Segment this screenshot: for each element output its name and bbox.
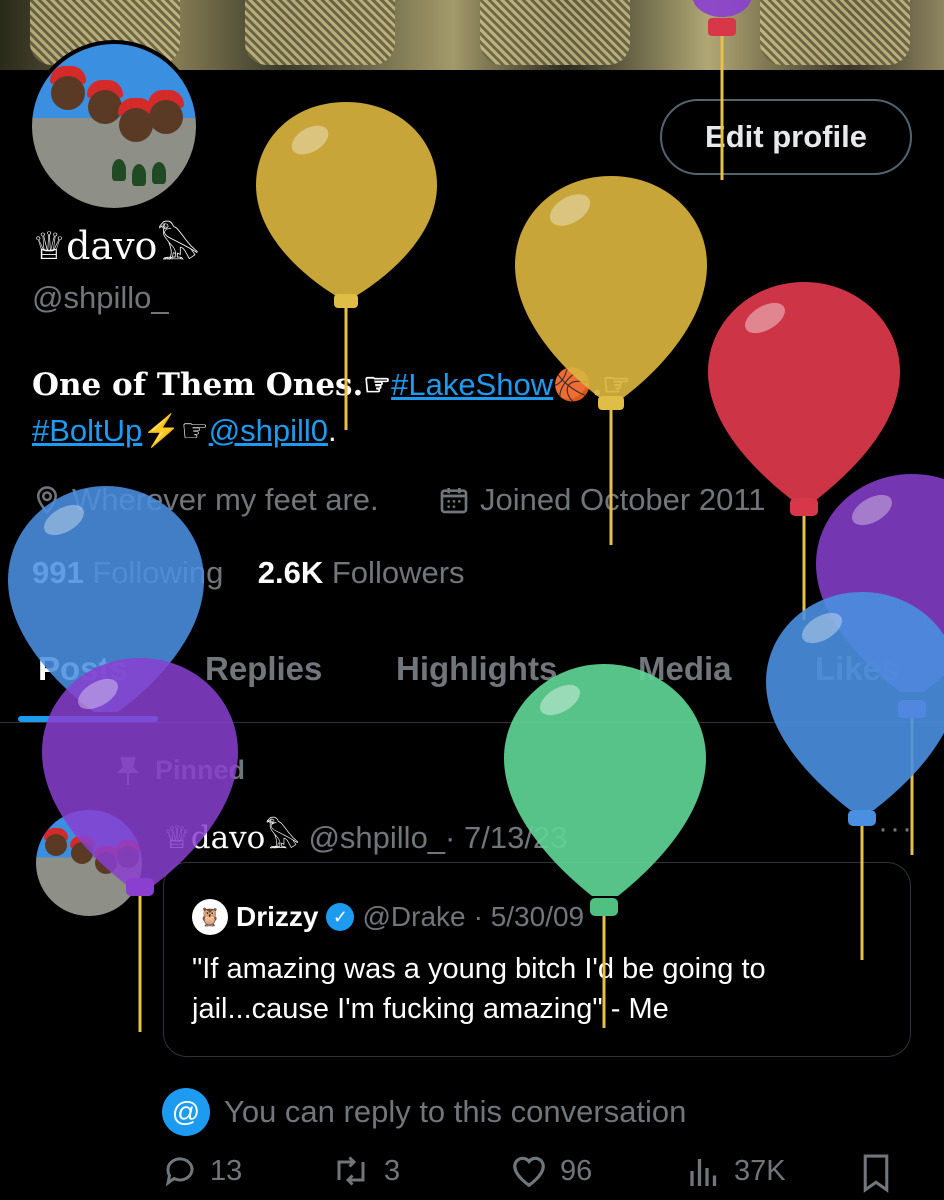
quoted-author-name: Drizzy <box>236 901 319 932</box>
pinned-label-row: Pinned <box>115 755 245 786</box>
following-link[interactable]: 991 Following <box>32 555 223 590</box>
follow-stats: 991 Following 2.6K Followers <box>32 555 465 591</box>
views-icon <box>690 1159 717 1186</box>
reply-count: 13 <box>210 1154 243 1187</box>
more-options-icon[interactable]: ··· <box>878 812 914 846</box>
location-text: Wherever my feet are. <box>72 482 379 517</box>
quoted-post-text: "If amazing was a young bitch I'd be goi… <box>192 953 766 1025</box>
tab-media[interactable]: Media <box>638 650 732 688</box>
like-count: 96 <box>560 1154 593 1187</box>
heart-icon <box>513 1156 545 1188</box>
like-button[interactable]: 96 <box>510 1153 592 1189</box>
active-tab-indicator <box>18 716 158 722</box>
bookmark-button[interactable] <box>860 1153 892 1193</box>
quoted-author-handle: @Drake <box>362 901 466 932</box>
post-author-handle[interactable]: @shpillo_ <box>308 820 445 855</box>
reply-button[interactable]: 13 <box>162 1153 242 1189</box>
joined-text: Joined October 2011 <box>480 482 766 517</box>
hashtag-boltup-link[interactable]: #BoltUp <box>32 413 142 448</box>
profile-handle: @shpillo_ <box>32 280 169 315</box>
views-count: 37K <box>734 1154 786 1187</box>
bio-text: 🏀.☞ <box>553 367 631 403</box>
following-label: Following <box>92 555 224 590</box>
profile-bio: One of Them Ones.☞#LakeShow🏀.☞ #BoltUp⚡☞… <box>32 362 902 454</box>
quoted-post-header: 🦉 Drizzy ✓ @Drake · 5/30/09 <box>192 899 584 935</box>
calendar-icon <box>440 488 468 514</box>
location-row: Wherever my feet are. <box>32 482 379 518</box>
hashtag-lakeshow-link[interactable]: #LakeShow <box>391 367 553 402</box>
post-header: ♕davo𓅃 @shpillo_· 7/13/23 <box>163 808 567 859</box>
repost-icon <box>337 1156 365 1186</box>
display-name: ♕davo𓅃 <box>32 224 200 268</box>
quoted-post-date: · 5/30/09 <box>473 901 585 932</box>
mention-link[interactable]: @shpill0 <box>209 413 328 448</box>
followers-label: Followers <box>331 555 465 590</box>
profile-avatar[interactable] <box>28 40 200 212</box>
tab-posts[interactable]: Posts <box>38 650 128 688</box>
edit-profile-button[interactable]: Edit profile <box>660 99 912 175</box>
reply-restriction-note: @ You can reply to this conversation <box>162 1088 686 1136</box>
bio-text: ⚡☞ <box>142 413 209 448</box>
profile-tabs: Posts Replies Highlights Media Likes <box>0 640 944 723</box>
bio-text: . <box>328 413 337 448</box>
repost-button[interactable]: 3 <box>330 1153 400 1189</box>
at-sign-icon: @ <box>162 1088 210 1136</box>
repost-count: 3 <box>384 1154 401 1187</box>
post-author-avatar[interactable] <box>36 810 142 916</box>
owl-avatar-icon: 🦉 <box>192 899 228 935</box>
joined-row: Joined October 2011 <box>438 482 766 518</box>
reply-icon <box>165 1157 194 1187</box>
tab-highlights[interactable]: Highlights <box>396 650 557 688</box>
post-author-name[interactable]: ♕davo𓅃 <box>163 820 300 856</box>
bookmark-icon <box>863 1154 889 1193</box>
pinned-label: Pinned <box>155 755 246 785</box>
followers-link[interactable]: 2.6K Followers <box>258 555 465 590</box>
verified-badge-icon: ✓ <box>326 903 355 931</box>
post-date[interactable]: · 7/13/23 <box>445 820 567 855</box>
tab-replies[interactable]: Replies <box>205 650 322 688</box>
reply-note-text: You can reply to this conversation <box>224 1094 687 1129</box>
views-button[interactable]: 37K <box>686 1153 786 1189</box>
following-count: 991 <box>32 555 84 590</box>
quoted-post[interactable]: 🦉 Drizzy ✓ @Drake · 5/30/09 "If amazing w… <box>163 862 911 1057</box>
pin-icon <box>116 756 140 785</box>
tab-likes[interactable]: Likes <box>815 650 899 688</box>
bio-text: One of Them Ones.☞ <box>32 367 392 403</box>
location-pin-icon <box>36 486 58 515</box>
followers-count: 2.6K <box>257 555 324 590</box>
